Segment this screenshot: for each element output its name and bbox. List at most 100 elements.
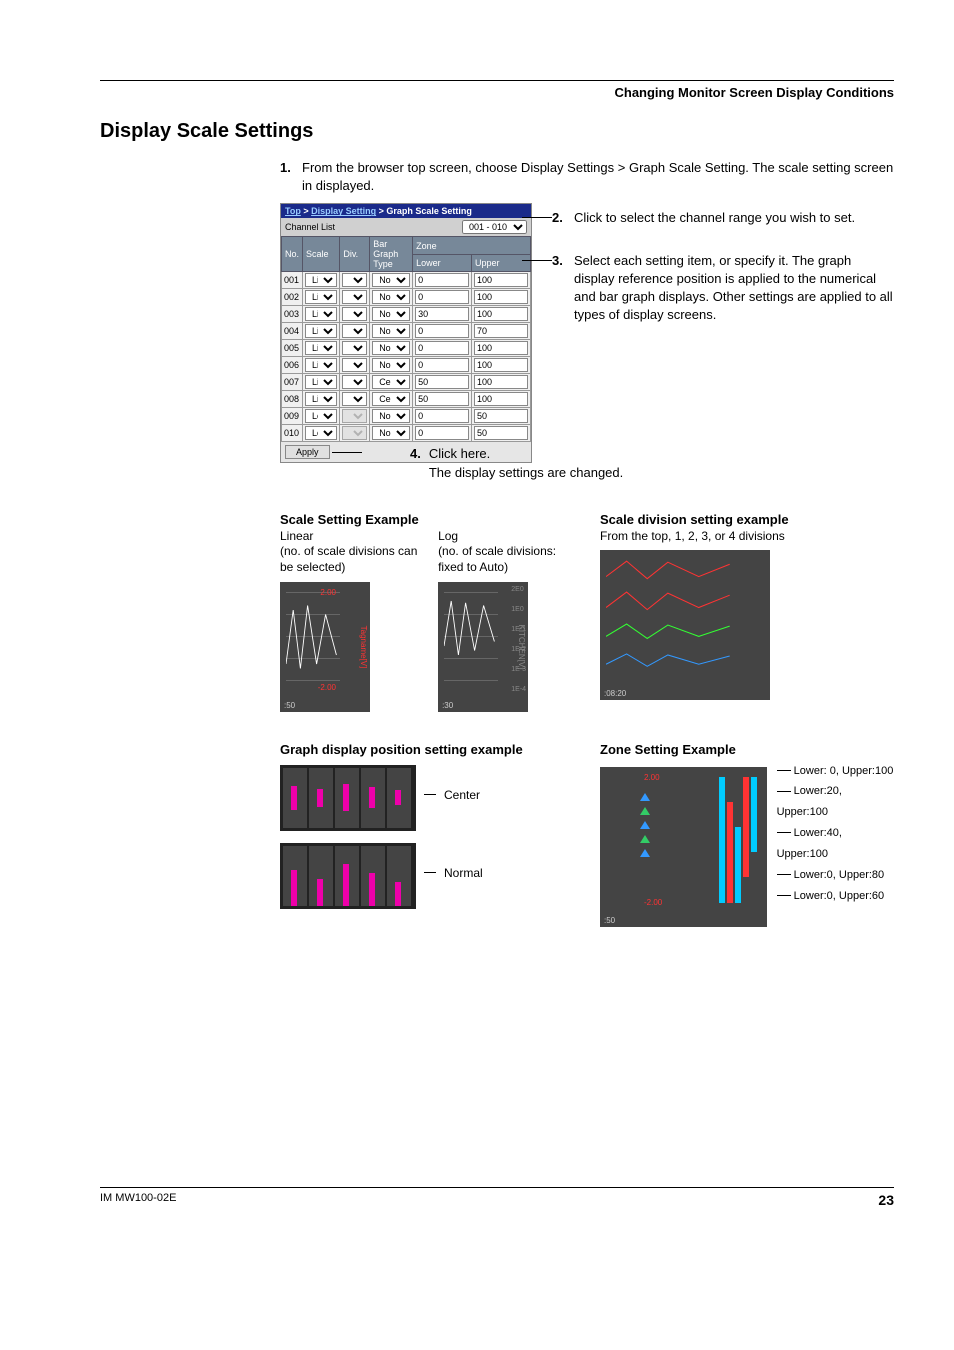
linear-sub: (no. of scale divisions can be selected) — [280, 544, 422, 575]
scale-table: No. Scale Div. Bar Graph Type Zone Lower… — [281, 236, 531, 442]
table-row: 008Linear5Center — [282, 391, 531, 408]
zone-lower-input[interactable] — [415, 307, 469, 321]
page-footer: IM MW100-02E 23 — [100, 1187, 894, 1208]
center-label: Center — [444, 788, 480, 802]
bar-type-select[interactable]: Center — [372, 392, 410, 406]
step-1: 1. From the browser top screen, choose D… — [280, 159, 894, 195]
bar-type-select[interactable]: Normal — [372, 426, 410, 440]
log-sub: (no. of scale divisions: fixed to Auto) — [438, 544, 570, 575]
bar-type-select[interactable]: Center — [372, 375, 410, 389]
scale-select[interactable]: Linear — [305, 392, 337, 406]
linear-heading: Linear — [280, 529, 422, 545]
div-select[interactable]: Auto — [342, 341, 367, 355]
scale-select[interactable]: Linear — [305, 324, 337, 338]
bar-type-select[interactable]: Normal — [372, 273, 410, 287]
section-header: Changing Monitor Screen Display Conditio… — [100, 85, 894, 100]
div-select[interactable]: Auto — [342, 273, 367, 287]
zone-upper-input[interactable] — [474, 409, 528, 423]
doc-id: IM MW100-02E — [100, 1192, 176, 1208]
div-select[interactable]: Auto — [342, 409, 367, 423]
breadcrumb: Top > Display Setting > Graph Scale Sett… — [281, 204, 531, 218]
scale-select[interactable]: Linear — [305, 375, 337, 389]
scale-setting-screenshot: Top > Display Setting > Graph Scale Sett… — [280, 203, 532, 463]
zone-lower-input[interactable] — [415, 324, 469, 338]
zone-legend-item: Lower: 0, Upper:100 — [777, 761, 894, 782]
bar-normal-thumb — [280, 837, 416, 909]
scale-select[interactable]: Linear — [305, 358, 337, 372]
bar-type-select[interactable]: Normal — [372, 290, 410, 304]
zone-legend-item: Lower:40, Upper:100 — [777, 823, 894, 865]
zone-upper-input[interactable] — [474, 307, 528, 321]
table-row: 003LinearAutoNormal — [282, 306, 531, 323]
step-3: 3. Select each setting item, or specify … — [552, 252, 894, 325]
breadcrumb-top[interactable]: Top — [285, 206, 301, 216]
graph-position-title: Graph display position setting example — [280, 742, 540, 757]
linear-graph-thumb: 2.00 -2.00 Tagname[V] :50 — [280, 582, 370, 712]
zone-upper-input[interactable] — [474, 426, 528, 440]
table-row: 009LogAutoNormal — [282, 408, 531, 425]
zone-upper-input[interactable] — [474, 358, 528, 372]
scale-select[interactable]: Log — [305, 409, 337, 423]
zone-lower-input[interactable] — [415, 341, 469, 355]
div-select[interactable]: Auto — [342, 290, 367, 304]
scale-select[interactable]: Linear — [305, 290, 337, 304]
div-select[interactable]: 5 — [342, 375, 367, 389]
bar-type-select[interactable]: Normal — [372, 358, 410, 372]
zone-legend-item: Lower:0, Upper:60 — [777, 886, 894, 907]
breadcrumb-display-setting[interactable]: Display Setting — [311, 206, 376, 216]
channel-toolbar: Channel List 001 - 010 — [281, 218, 531, 236]
division-example-title: Scale division setting example — [600, 512, 894, 527]
division-graph-thumb: :08:20 — [600, 550, 770, 700]
zone-lower-input[interactable] — [415, 409, 469, 423]
channel-range-select[interactable]: 001 - 010 — [462, 220, 527, 234]
apply-button[interactable]: Apply — [285, 445, 330, 459]
table-row: 010LogAutoNormal — [282, 425, 531, 442]
zone-upper-input[interactable] — [474, 324, 528, 338]
zone-upper-input[interactable] — [474, 290, 528, 304]
scale-select[interactable]: Linear — [305, 307, 337, 321]
zone-legend-item: Lower:0, Upper:80 — [777, 865, 894, 886]
zone-lower-input[interactable] — [415, 358, 469, 372]
normal-label: Normal — [444, 866, 483, 880]
zone-upper-input[interactable] — [474, 273, 528, 287]
scale-example-title: Scale Setting Example — [280, 512, 570, 527]
page-number: 23 — [878, 1192, 894, 1208]
zone-upper-input[interactable] — [474, 375, 528, 389]
zone-lower-input[interactable] — [415, 426, 469, 440]
step-2: 2. Click to select the channel range you… — [552, 209, 894, 227]
zone-lower-input[interactable] — [415, 273, 469, 287]
table-row: 007Linear5Center — [282, 374, 531, 391]
scale-select[interactable]: Log — [305, 426, 337, 440]
zone-upper-input[interactable] — [474, 392, 528, 406]
scale-select[interactable]: Linear — [305, 273, 337, 287]
div-select[interactable]: 5 — [342, 392, 367, 406]
bar-type-select[interactable]: Normal — [372, 307, 410, 321]
zone-lower-input[interactable] — [415, 392, 469, 406]
zone-lower-input[interactable] — [415, 290, 469, 304]
log-heading: Log — [438, 529, 570, 545]
div-select[interactable]: Auto — [342, 307, 367, 321]
page-title: Display Scale Settings — [100, 120, 894, 143]
table-row: 001LinearAutoNormal — [282, 272, 531, 289]
bar-type-select[interactable]: Normal — [372, 341, 410, 355]
division-sub: From the top, 1, 2, 3, or 4 divisions — [600, 529, 894, 545]
zone-legend-item: Lower:20, Upper:100 — [777, 781, 894, 823]
table-row: 005LinearAutoNormal — [282, 340, 531, 357]
scale-select[interactable]: Linear — [305, 341, 337, 355]
div-select[interactable]: Auto — [342, 324, 367, 338]
table-row: 004LinearAutoNormal — [282, 323, 531, 340]
zone-legend: Lower: 0, Upper:100 Lower:20, Upper:100 … — [777, 761, 894, 907]
log-graph-thumb: 2E01E01E-11E-21E-31E-4 KITCHEN[V] :30 — [438, 582, 528, 712]
zone-example-title: Zone Setting Example — [600, 742, 894, 757]
zone-upper-input[interactable] — [474, 341, 528, 355]
bar-center-thumb — [280, 759, 416, 831]
div-select[interactable]: Auto — [342, 426, 367, 440]
table-row: 006LinearAutoNormal — [282, 357, 531, 374]
bar-type-select[interactable]: Normal — [372, 409, 410, 423]
table-row: 002LinearAutoNormal — [282, 289, 531, 306]
bar-type-select[interactable]: Normal — [372, 324, 410, 338]
zone-graph-thumb: 2.00 -2.00 :50 — [600, 767, 767, 927]
channel-list-label: Channel List — [285, 222, 335, 232]
div-select[interactable]: Auto — [342, 358, 367, 372]
zone-lower-input[interactable] — [415, 375, 469, 389]
